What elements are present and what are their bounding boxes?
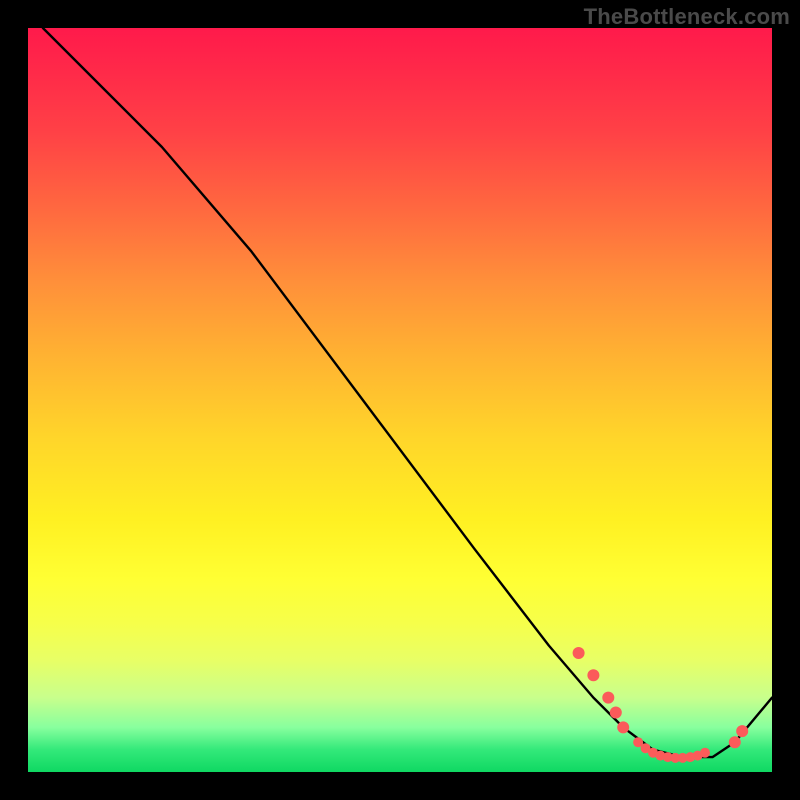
bottleneck-curve xyxy=(43,28,772,757)
data-marker xyxy=(729,736,741,748)
data-marker xyxy=(617,721,629,733)
curve-markers xyxy=(573,647,749,763)
chart-svg xyxy=(28,28,772,772)
plot-area xyxy=(28,28,772,772)
data-marker xyxy=(602,692,614,704)
data-marker xyxy=(736,725,748,737)
data-marker xyxy=(587,669,599,681)
watermark-text: TheBottleneck.com xyxy=(584,4,790,30)
data-marker xyxy=(700,748,710,758)
data-marker xyxy=(573,647,585,659)
data-marker xyxy=(610,707,622,719)
chart-frame: TheBottleneck.com xyxy=(0,0,800,800)
